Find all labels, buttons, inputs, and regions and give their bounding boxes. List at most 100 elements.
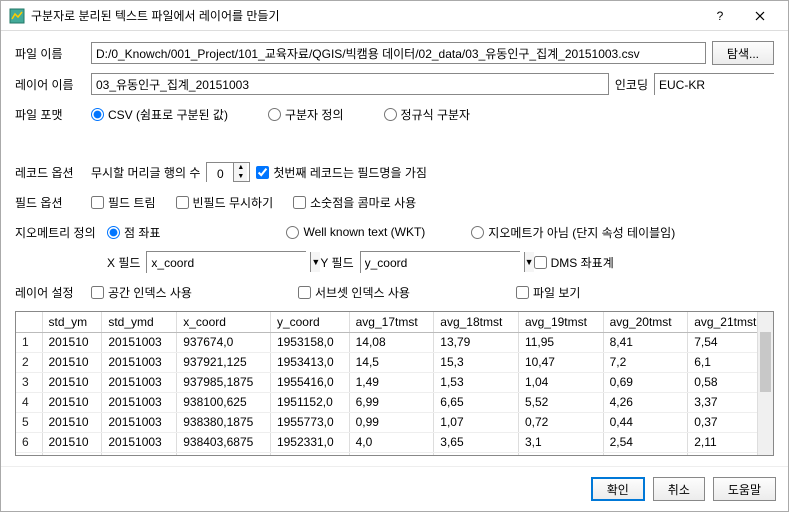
column-header[interactable]: avg_17tmst — [349, 312, 434, 332]
table-cell: 3,65 — [434, 432, 519, 452]
xfield-value[interactable] — [147, 252, 310, 274]
yfield-value[interactable] — [361, 252, 524, 274]
decimal-comma-check[interactable]: 소숫점을 콤마로 사용 — [293, 194, 416, 211]
geom-point-radio[interactable]: 점 좌표 — [107, 224, 160, 241]
cancel-button[interactable]: 취소 — [653, 477, 705, 501]
table-cell: 201510 — [42, 332, 102, 352]
table-cell: 20151003 — [102, 412, 177, 432]
table-cell: 13,79 — [434, 332, 519, 352]
table-cell: 14,02 — [434, 452, 519, 456]
table-cell: 13,37 — [349, 452, 434, 456]
wkt-radio-input[interactable] — [286, 226, 299, 239]
table-cell: 1,53 — [434, 372, 519, 392]
skip-header-value[interactable] — [207, 163, 233, 185]
discard-empty-check[interactable]: 빈필드 무시하기 — [176, 194, 274, 211]
titlebar: 구분자로 분리된 텍스트 파일에서 레이어를 만들기 ? — [1, 1, 788, 31]
table-cell: 6,65 — [434, 392, 519, 412]
spin-up-icon[interactable]: ▲ — [234, 163, 247, 172]
point-radio-input[interactable] — [107, 226, 120, 239]
help-button-footer[interactable]: 도움말 — [713, 477, 776, 501]
column-header[interactable]: avg_19tmst — [518, 312, 603, 332]
first-record-fieldnames-check[interactable]: 첫번째 레코드는 필드명을 가짐 — [256, 164, 427, 181]
table-row[interactable]: 420151020151003938100,6251951152,06,996,… — [16, 392, 773, 412]
ok-button[interactable]: 확인 — [591, 477, 645, 501]
close-button[interactable] — [740, 2, 780, 30]
dropdown-arrow-icon[interactable]: ▼ — [310, 252, 320, 272]
subset-index-checkbox[interactable] — [298, 286, 311, 299]
layername-input[interactable] — [91, 73, 609, 95]
spin-down-icon[interactable]: ▼ — [234, 172, 247, 181]
custom-radio-label: 구분자 정의 — [285, 106, 344, 123]
column-header[interactable]: avg_18tmst — [434, 312, 519, 332]
table-cell: 5,52 — [518, 392, 603, 412]
field-options-label: 필드 옵션 — [15, 194, 85, 211]
table-row[interactable]: 520151020151003938380,18751955773,00,991… — [16, 412, 773, 432]
table-cell: 1952485,0 — [270, 452, 349, 456]
table-cell: 1955773,0 — [270, 412, 349, 432]
table-row[interactable]: 120151020151003937674,01953158,014,0813,… — [16, 332, 773, 352]
trim-fields-check[interactable]: 필드 트림 — [91, 194, 156, 211]
table-row[interactable]: 720151020151003938404,8751952485,013,371… — [16, 452, 773, 456]
subset-index-check[interactable]: 서브셋 인덱스 사용 — [298, 284, 410, 301]
table-cell: 3,1 — [518, 432, 603, 452]
xfield-label: X 필드 — [107, 254, 140, 271]
table-cell: 20151003 — [102, 432, 177, 452]
table-cell: 4,0 — [349, 432, 434, 452]
watch-file-checkbox[interactable] — [516, 286, 529, 299]
table-cell: 937985,1875 — [177, 372, 271, 392]
table-cell: 20151003 — [102, 452, 177, 456]
discard-empty-checkbox[interactable] — [176, 196, 189, 209]
table-row[interactable]: 220151020151003937921,1251953413,014,515… — [16, 352, 773, 372]
filename-input[interactable] — [91, 42, 706, 64]
scrollbar-vertical[interactable] — [757, 312, 773, 455]
decimal-comma-checkbox[interactable] — [293, 196, 306, 209]
column-header[interactable]: y_coord — [270, 312, 349, 332]
column-header[interactable]: avg_20tmst — [603, 312, 688, 332]
table-cell: 5 — [16, 412, 42, 432]
watch-file-check[interactable]: 파일 보기 — [516, 284, 581, 301]
dms-checkbox[interactable] — [534, 256, 547, 269]
dms-check[interactable]: DMS 좌표계 — [534, 254, 614, 271]
filename-label: 파일 이름 — [15, 45, 85, 62]
first-record-checkbox[interactable] — [256, 166, 269, 179]
xfield-select[interactable]: ▼ — [146, 251, 306, 273]
table-cell: 2,54 — [603, 432, 688, 452]
regex-radio-input[interactable] — [384, 108, 397, 121]
table-cell: 201510 — [42, 452, 102, 456]
fileformat-regex-radio[interactable]: 정규식 구분자 — [384, 106, 471, 123]
table-cell: 0,72 — [518, 412, 603, 432]
nogeom-radio-input[interactable] — [471, 226, 484, 239]
geom-none-radio[interactable]: 지오메트가 아님 (단지 속성 테이블임) — [471, 224, 675, 241]
table-cell: 938100,625 — [177, 392, 271, 412]
table-cell: 201510 — [42, 392, 102, 412]
geom-wkt-radio[interactable]: Well known text (WKT) — [286, 225, 425, 239]
csv-radio-input[interactable] — [91, 108, 104, 121]
table-cell: 15,3 — [434, 352, 519, 372]
scrollbar-thumb[interactable] — [760, 332, 771, 392]
column-header[interactable]: x_coord — [177, 312, 271, 332]
table-row[interactable]: 320151020151003937985,18751955416,01,491… — [16, 372, 773, 392]
dropdown-arrow-icon[interactable]: ▼ — [524, 252, 534, 272]
help-button[interactable]: ? — [700, 2, 740, 30]
table-cell: 201510 — [42, 352, 102, 372]
skip-header-spinner[interactable]: ▲ ▼ — [206, 162, 250, 182]
browse-button[interactable]: 탐색... — [712, 41, 774, 65]
fileformat-custom-radio[interactable]: 구분자 정의 — [268, 106, 344, 123]
encoding-select[interactable]: ▼ — [654, 73, 774, 95]
table-row[interactable]: 620151020151003938403,68751952331,04,03,… — [16, 432, 773, 452]
table-cell: 1,04 — [518, 372, 603, 392]
table-cell: 20151003 — [102, 332, 177, 352]
column-header[interactable]: std_ym — [42, 312, 102, 332]
spatial-index-check[interactable]: 공간 인덱스 사용 — [91, 284, 192, 301]
custom-radio-input[interactable] — [268, 108, 281, 121]
fileformat-csv-radio[interactable]: CSV (쉼표로 구분된 값) — [91, 106, 228, 123]
column-header[interactable]: std_ymd — [102, 312, 177, 332]
column-header[interactable] — [16, 312, 42, 332]
preview-table[interactable]: std_ymstd_ymdx_coordy_coordavg_17tmstavg… — [15, 311, 774, 456]
spatial-index-checkbox[interactable] — [91, 286, 104, 299]
table-cell: 9,82 — [603, 452, 688, 456]
trim-checkbox[interactable] — [91, 196, 104, 209]
yfield-select[interactable]: ▼ — [360, 251, 520, 273]
table-cell: 0,44 — [603, 412, 688, 432]
encoding-value[interactable] — [655, 74, 788, 96]
